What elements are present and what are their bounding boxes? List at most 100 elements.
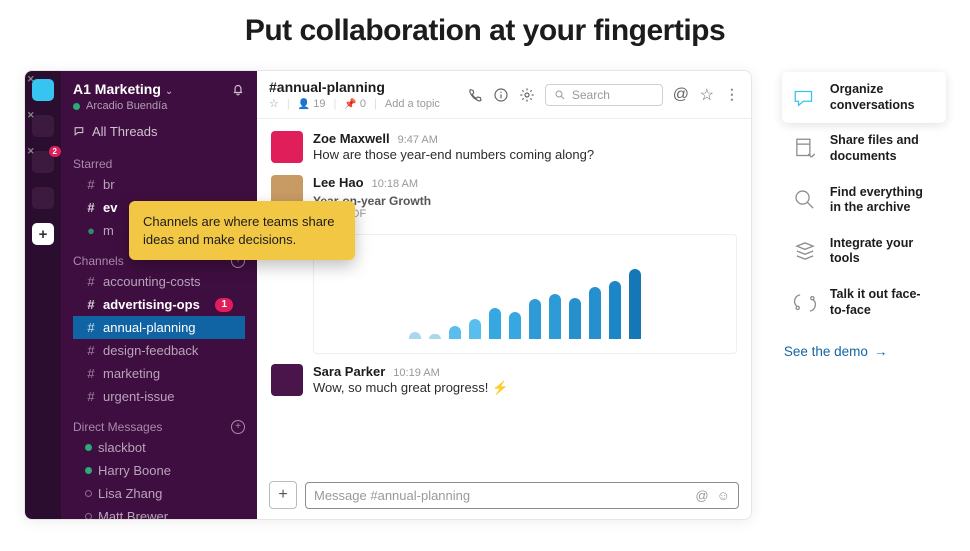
feature-item[interactable]: Share files and documents	[782, 123, 946, 174]
chevron-down-icon: ⌄	[165, 86, 173, 97]
feature-label: Share files and documents	[830, 133, 936, 164]
gear-icon[interactable]	[519, 87, 535, 103]
item-label: annual-planning	[103, 318, 196, 337]
see-demo-link[interactable]: See the demo →	[782, 338, 946, 365]
more-icon[interactable]: ⋮	[725, 86, 739, 103]
workspace-header[interactable]: A1 Marketing⌄ Arcadio Buendía	[61, 71, 257, 118]
dm-item[interactable]: Lisa Zhang	[73, 482, 245, 505]
channel-item[interactable]: # marketing	[73, 362, 245, 385]
message-author[interactable]: Sara Parker	[313, 364, 385, 379]
presence-dot-icon	[73, 103, 80, 110]
chart-bar	[529, 299, 541, 339]
rail-badge: 2	[49, 146, 61, 157]
workspace-switcher-active[interactable]: ✕	[32, 79, 54, 101]
chart-bar	[409, 332, 421, 339]
star-icon[interactable]: ☆	[269, 97, 279, 110]
presence-dot-icon	[85, 490, 92, 497]
search-input[interactable]: Search	[545, 84, 663, 106]
starred-header: Starred	[73, 157, 245, 171]
message: Zoe Maxwell 9:47 AM How are those year-en…	[271, 125, 737, 169]
chart-bar	[589, 287, 601, 339]
close-icon: ✕	[27, 146, 37, 156]
workspace-name: A1 Marketing	[73, 81, 161, 97]
add-topic[interactable]: Add a topic	[385, 98, 440, 110]
item-label: accounting-costs	[103, 272, 201, 291]
pins-count[interactable]: 📌 0	[344, 98, 366, 110]
info-icon[interactable]	[493, 87, 509, 103]
message: Sara Parker10:19 AM Wow, so much great p…	[271, 358, 737, 402]
item-label: marketing	[103, 364, 160, 383]
feature-item[interactable]: Organize conversations	[782, 72, 946, 123]
emoji-icon[interactable]: ☺	[717, 488, 730, 503]
chart-bar	[489, 308, 501, 339]
sidebar: A1 Marketing⌄ Arcadio Buendía All Thread…	[61, 71, 257, 519]
item-label: br	[103, 175, 115, 194]
all-threads-label: All Threads	[92, 124, 158, 139]
workspace-switcher-item[interactable]: ✕	[32, 115, 54, 137]
dm-item[interactable]: slackbot	[73, 436, 245, 459]
hash-icon: #	[85, 364, 97, 383]
hash-icon: #	[85, 318, 97, 337]
workspace-switcher-item[interactable]	[32, 187, 54, 209]
chart-bar	[449, 326, 461, 339]
message-body: Wow, so much great progress! ⚡	[313, 380, 737, 396]
chart-bar	[629, 269, 641, 339]
members-count[interactable]: 👤 19	[298, 98, 326, 110]
mention-icon[interactable]: @	[695, 488, 708, 503]
chart-bar	[509, 312, 521, 339]
message-author[interactable]: Lee Hao	[313, 175, 364, 190]
search-icon	[554, 89, 566, 101]
channel-item[interactable]: #design-feedback	[73, 339, 245, 362]
hash-icon: #	[85, 387, 97, 406]
arrow-right-icon: →	[874, 344, 888, 359]
bell-icon[interactable]	[231, 82, 245, 96]
feature-item[interactable]: Find everything in the archive	[782, 175, 946, 226]
star-outline-icon[interactable]: ☆	[699, 87, 715, 103]
workspace-switcher-item[interactable]: ✕2	[32, 151, 54, 173]
phone-icon[interactable]	[467, 87, 483, 103]
presence-dot-icon	[85, 444, 92, 451]
presence-dot-icon	[85, 513, 92, 519]
close-icon: ✕	[27, 110, 37, 120]
add-dm-icon[interactable]: +	[231, 420, 245, 434]
composer-input[interactable]: Message #annual-planning @ ☺	[305, 482, 739, 509]
item-label: advertising-ops	[103, 295, 200, 314]
feature-item[interactable]: Integrate your tools	[782, 226, 946, 277]
channel-item[interactable]: # annual-planning	[73, 316, 245, 339]
mentions-icon[interactable]: @	[673, 87, 689, 103]
add-workspace-button[interactable]: +	[32, 223, 54, 245]
channel-pane: #annual-planning ☆| 👤 19| 📌 0| Add a top…	[257, 71, 751, 519]
dm-item[interactable]: Matt Brewer	[73, 505, 245, 519]
file-attachment[interactable]: Year-on-year Growth78 kB PDF	[313, 194, 737, 220]
message-time: 10:18 AM	[372, 178, 418, 190]
channel-item[interactable]: #urgent-issue	[73, 385, 245, 408]
message-body: How are those year-end numbers coming al…	[313, 147, 737, 162]
chart-bar	[469, 319, 481, 339]
item-label: Lisa Zhang	[98, 484, 162, 503]
message-author[interactable]: Zoe Maxwell	[313, 131, 390, 146]
channel-name[interactable]: #annual-planning	[269, 79, 440, 95]
hash-icon: #	[85, 175, 97, 194]
composer-add-button[interactable]: +	[269, 481, 297, 509]
unread-badge: 1	[215, 298, 233, 312]
dm-item[interactable]: Harry Boone	[73, 459, 245, 482]
chart-preview[interactable]	[313, 234, 737, 354]
feature-icon	[792, 290, 818, 316]
channel-item[interactable]: #advertising-ops1	[73, 293, 245, 316]
message-time: 9:47 AM	[398, 134, 438, 146]
composer-placeholder: Message #annual-planning	[314, 488, 470, 503]
feature-icon	[792, 85, 818, 111]
app-window: ✕ ✕ ✕2 + A1 Marketing⌄ Arcadio Buendía A…	[24, 70, 752, 520]
starred-item[interactable]: # br	[73, 173, 245, 196]
feature-icon	[792, 187, 818, 213]
feature-item[interactable]: Talk it out face-to-face	[782, 277, 946, 328]
dms-header[interactable]: Direct Messages+	[73, 420, 245, 434]
hash-icon: #	[85, 341, 97, 360]
avatar[interactable]	[271, 131, 303, 163]
avatar[interactable]	[271, 364, 303, 396]
chart-bar	[609, 281, 621, 339]
all-threads[interactable]: All Threads	[61, 118, 257, 145]
channel-item[interactable]: #accounting-costs	[73, 270, 245, 293]
item-label: Matt Brewer	[98, 507, 168, 519]
item-label: m	[103, 221, 114, 240]
